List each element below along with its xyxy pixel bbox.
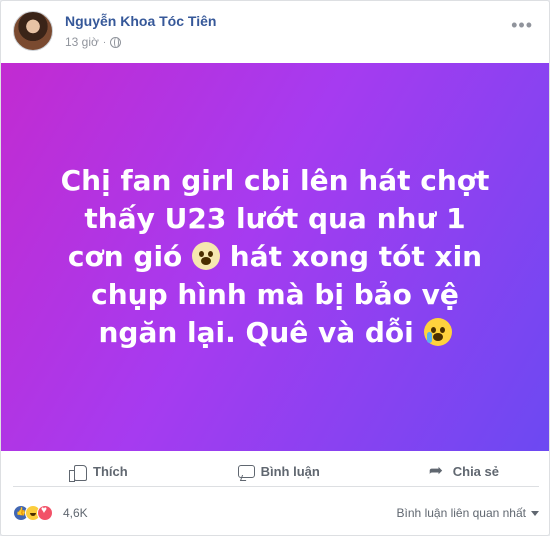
reaction-icons	[13, 505, 53, 521]
screaming-face-icon	[192, 242, 221, 270]
love-reaction-icon	[37, 505, 53, 521]
share-button[interactable]: Chia sẻ	[381, 461, 539, 481]
avatar[interactable]	[13, 11, 53, 51]
author-name[interactable]: Nguyễn Khoa Tóc Tiên	[65, 13, 216, 29]
comment-sort-dropdown[interactable]: Bình luận liên quan nhất	[397, 506, 539, 520]
timestamp[interactable]: 13 giờ	[65, 35, 99, 49]
action-bar: Thích Bình luận Chia sẻ	[13, 457, 539, 487]
more-icon[interactable]: •••	[511, 15, 533, 36]
post-header: Nguyễn Khoa Tóc Tiên 13 giờ · •••	[13, 9, 539, 59]
post-card: Nguyễn Khoa Tóc Tiên 13 giờ · ••• Chị fa…	[0, 0, 550, 536]
post-background: Chị fan girl cbi lên hát chợt thấy U23 l…	[1, 63, 549, 451]
share-icon	[429, 461, 447, 481]
post-text: Chị fan girl cbi lên hát chợt thấy U23 l…	[55, 162, 495, 352]
globe-icon[interactable]	[110, 36, 122, 48]
chevron-down-icon	[531, 510, 539, 516]
reaction-summary[interactable]: 4,6K	[13, 505, 88, 521]
comment-icon	[237, 464, 255, 480]
comment-sort-label: Bình luận liên quan nhất	[396, 506, 526, 520]
post-meta: 13 giờ ·	[65, 35, 122, 49]
like-label: Thích	[93, 464, 128, 479]
share-label: Chia sẻ	[452, 464, 499, 479]
like-button[interactable]: Thích	[13, 464, 176, 482]
comment-label: Bình luận	[260, 464, 320, 479]
comment-button[interactable]: Bình luận	[189, 464, 368, 480]
crying-face-icon	[423, 318, 452, 346]
reaction-count: 4,6K	[63, 506, 88, 520]
meta-separator: ·	[102, 36, 107, 48]
like-icon	[69, 464, 87, 482]
post-footer: 4,6K Bình luận liên quan nhất	[13, 501, 539, 525]
